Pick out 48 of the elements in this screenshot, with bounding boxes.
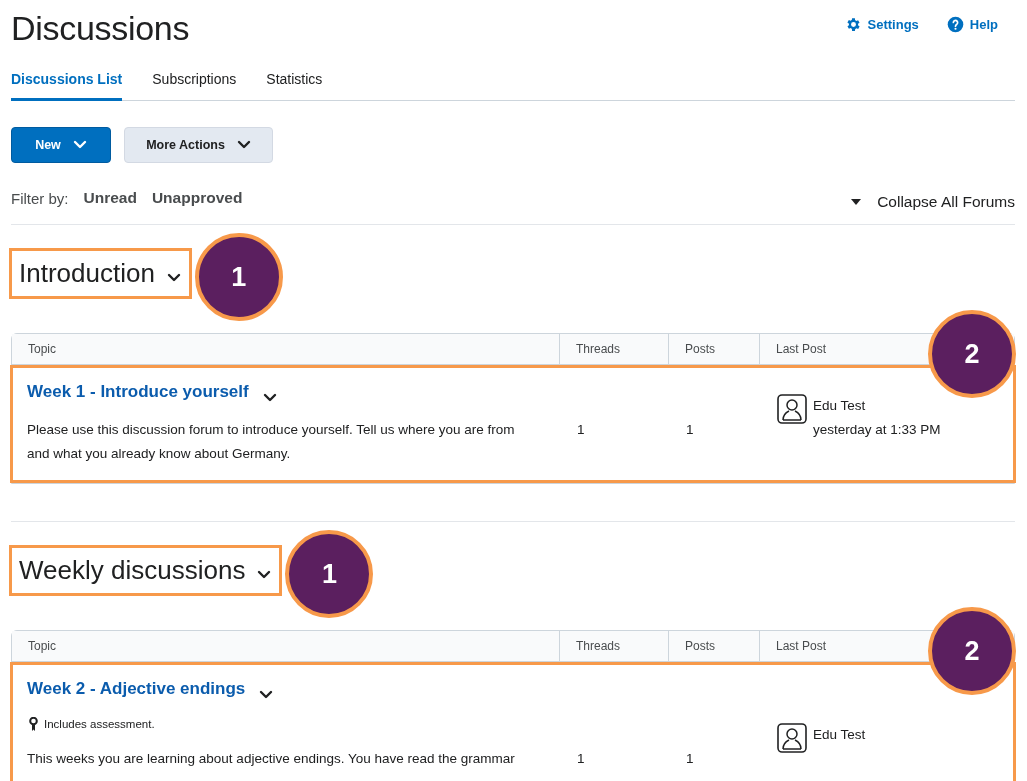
column-header: Threads xyxy=(559,334,668,365)
filter-label: Filter by: xyxy=(11,189,69,207)
table-cell-text: 1 xyxy=(576,750,586,768)
assessment-note: Includes assessment. xyxy=(44,717,155,732)
new-button[interactable]: New xyxy=(11,127,111,163)
caret-icon xyxy=(851,199,862,205)
callout-badge: 2 xyxy=(928,310,1016,398)
topic-description: This weeks you are learning about adjective endings. You have read the grammar xyxy=(26,750,516,768)
topic-link[interactable]: Week 2 - Adjective endings xyxy=(27,677,246,701)
tab[interactable]: Statistics xyxy=(266,56,323,101)
column-header: Threads xyxy=(559,631,668,662)
tab[interactable]: Discussions List xyxy=(11,56,123,101)
table-cell-text: 1 xyxy=(685,421,695,439)
user-avatar-icon xyxy=(777,394,807,424)
table-cell-text: 1 xyxy=(576,421,586,439)
forum-title: Weekly discussions xyxy=(19,555,246,586)
user-avatar-icon xyxy=(777,723,807,753)
help-link[interactable]: Help xyxy=(946,15,998,33)
column-header: Topic xyxy=(12,334,559,365)
ribbon-icon xyxy=(29,717,38,731)
chevron-icon[interactable] xyxy=(257,569,272,580)
author-name: Edu Test xyxy=(813,397,867,415)
chevron-icon xyxy=(236,140,251,150)
chevron-icon[interactable] xyxy=(259,690,274,700)
more-actions-button[interactable]: More Actions xyxy=(124,127,273,163)
settings-icon xyxy=(844,15,862,33)
column-header: Posts xyxy=(668,631,759,662)
help-icon xyxy=(946,15,964,33)
forum-title: Introduction xyxy=(19,258,155,289)
column-header: Posts xyxy=(668,334,759,365)
author-name: Edu Test xyxy=(813,726,866,744)
callout-badge: 1 xyxy=(285,530,374,618)
post-time: yesterday at 1:33 PM xyxy=(813,421,941,439)
chevron-icon[interactable] xyxy=(262,393,277,403)
topic-description: Please use this discussion forum to introduce yourself. Tell us where you are from and what you already know about Germany. xyxy=(26,421,516,463)
topic-link[interactable]: Week 1 - Introduce yourself xyxy=(27,380,249,404)
settings-link[interactable]: Settings xyxy=(844,15,919,33)
chevron-icon[interactable] xyxy=(166,272,181,283)
page-title: Discussions xyxy=(11,8,190,49)
table-cell-text: 1 xyxy=(685,750,695,768)
filter-link[interactable]: Unread xyxy=(83,189,137,207)
callout-badge: 2 xyxy=(928,607,1016,695)
tab[interactable]: Subscriptions xyxy=(152,56,237,101)
collapse-all-button[interactable]: Collapse All Forums xyxy=(851,193,1015,211)
filter-link[interactable]: Unapproved xyxy=(151,189,243,207)
column-header: Topic xyxy=(12,631,559,662)
callout-badge: 1 xyxy=(194,233,283,321)
chevron-icon xyxy=(72,140,87,150)
